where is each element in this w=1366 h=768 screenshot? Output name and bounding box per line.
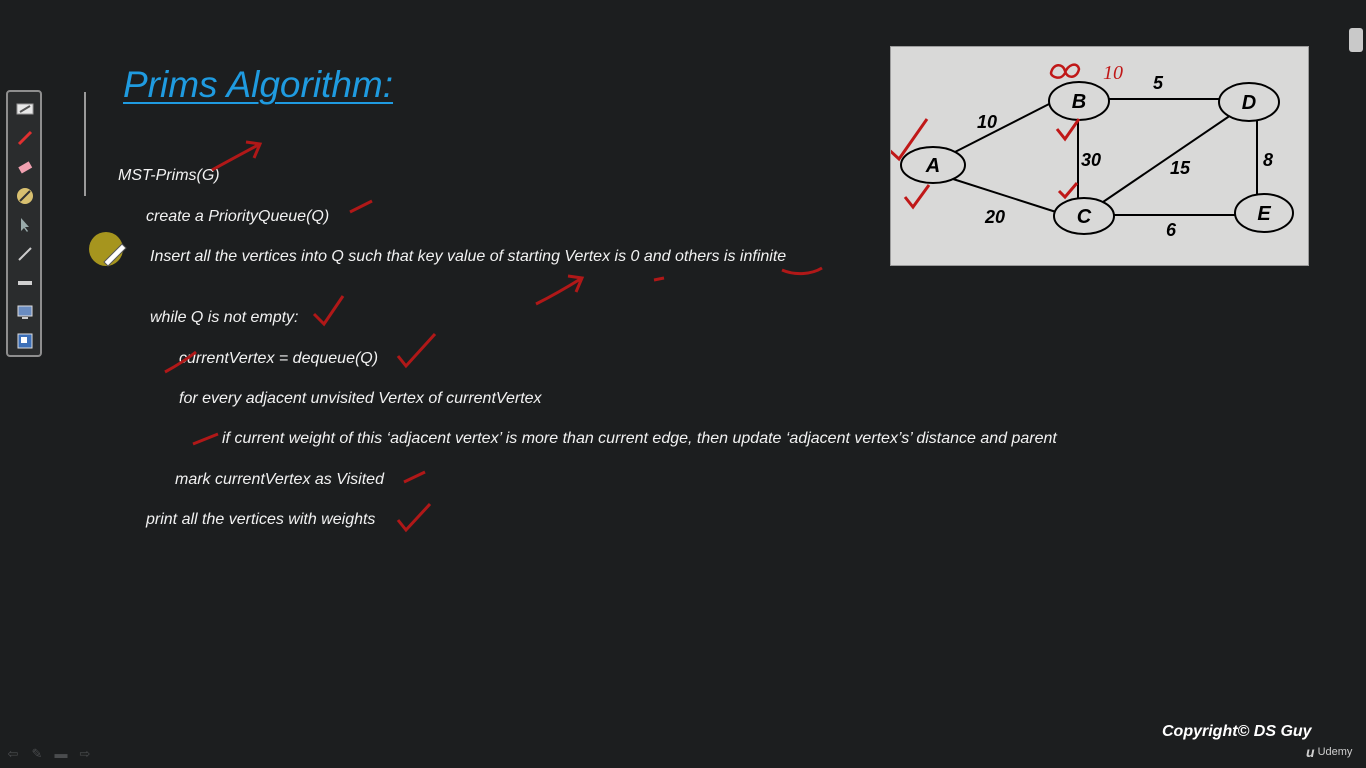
node-label-c: C — [1077, 206, 1092, 228]
pointer-icon[interactable] — [15, 215, 35, 235]
bottom-nav-controls: ⇦ ✎ ▬ ⇨ — [6, 746, 92, 762]
code-line-mark-visited: mark currentVertex as Visited — [175, 471, 384, 488]
line-icon[interactable] — [15, 273, 35, 293]
udemy-logo-icon: u — [1306, 744, 1315, 760]
node-label-d: D — [1242, 92, 1256, 114]
code-line-print: print all the vertices with weights — [146, 511, 376, 528]
annotation-dash-zero — [653, 276, 665, 282]
weight-b-c: 30 — [1081, 150, 1101, 170]
code-line-while-loop: while Q is not empty: — [150, 309, 299, 326]
annotation-check-dequeue — [396, 332, 437, 369]
menu-icon[interactable]: ▬ — [54, 746, 68, 762]
edge-c-d — [1102, 114, 1232, 203]
screen-icon[interactable] — [15, 302, 35, 322]
annotation-check-print — [396, 502, 432, 533]
annotation-toolbar — [6, 90, 42, 357]
node-label-e: E — [1257, 203, 1271, 225]
code-line-if-condition: if current weight of this ‘adjacent vert… — [222, 430, 1057, 447]
code-line-function: MST-Prims(G) — [118, 167, 220, 184]
edit-pen-icon[interactable]: ✎ — [30, 746, 44, 762]
weight-d-e: 8 — [1263, 150, 1273, 170]
annotation-underline-infinite — [781, 266, 823, 276]
eraser-icon[interactable] — [15, 157, 35, 177]
annotation-arrow-title — [211, 140, 263, 172]
highlighter-icon[interactable] — [15, 99, 35, 119]
graph-diagram: A B C D E 10 20 30 5 15 6 8 10 — [890, 46, 1309, 266]
graph-handwritten-b-value: 10 — [1103, 62, 1123, 84]
graph-infinity-mark — [1049, 63, 1081, 79]
brush-icon[interactable] — [15, 244, 35, 264]
edge-a-b — [952, 101, 1054, 154]
weight-a-b: 10 — [977, 112, 997, 132]
weight-c-d: 15 — [1170, 158, 1191, 178]
copyright-text: Copyright© DS Guy — [1162, 723, 1312, 740]
code-line-dequeue: currentVertex = dequeue(Q) — [179, 350, 379, 367]
forward-arrow-icon[interactable]: ⇨ — [78, 746, 92, 762]
annotation-dash-if — [192, 432, 219, 446]
code-line-for-loop: for every adjacent unvisited Vertex of c… — [179, 390, 542, 407]
cursor-highlight — [89, 232, 123, 266]
annotation-check-while — [312, 295, 345, 327]
pen-icon[interactable] — [15, 128, 35, 148]
weight-a-c: 20 — [984, 207, 1005, 227]
compass-icon[interactable] — [15, 186, 35, 206]
annotation-arrow-vertex — [535, 274, 585, 306]
weight-c-e: 6 — [1166, 220, 1177, 240]
graph-check-b — [1055, 118, 1081, 142]
node-label-a: A — [925, 155, 940, 177]
weight-b-d: 5 — [1153, 73, 1164, 93]
code-line-insert-vertices: Insert all the vertices into Q such that… — [150, 248, 787, 265]
corner-control-widget[interactable] — [1349, 28, 1363, 52]
graph-check-a-bottom — [903, 184, 931, 210]
node-label-b: B — [1072, 91, 1086, 113]
code-line-create-queue: create a PriorityQueue(Q) — [146, 208, 330, 225]
vertical-divider — [84, 92, 86, 196]
udemy-label: Udemy — [1317, 746, 1353, 758]
back-arrow-icon[interactable]: ⇦ — [6, 746, 20, 762]
graph-check-c — [1057, 182, 1079, 200]
annotation-mark-visited — [403, 470, 426, 484]
slide-title: Prims Algorithm: — [123, 64, 394, 105]
screen-color-icon[interactable] — [15, 331, 35, 351]
udemy-watermark: u Udemy — [1306, 744, 1352, 760]
annotation-mark-queue — [349, 199, 373, 214]
